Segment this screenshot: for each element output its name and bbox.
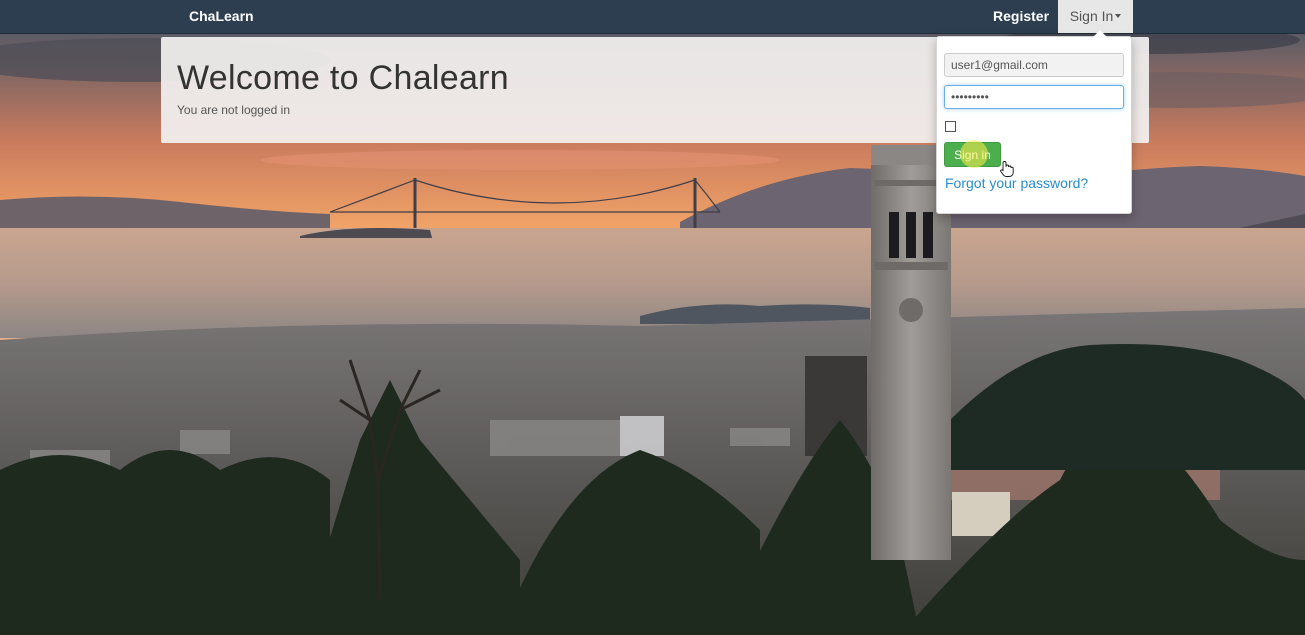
remember-me-checkbox[interactable]: [945, 121, 956, 132]
signin-submit-button[interactable]: Sign in: [944, 142, 1001, 167]
signin-toggle-label: Sign In: [1069, 8, 1114, 24]
signin-submit-label: Sign in: [954, 148, 991, 162]
forgot-password-link[interactable]: Forgot your password?: [945, 175, 1088, 191]
top-navbar: ChaLearn Register Sign In: [0, 0, 1305, 34]
signin-dropdown-menu: Sign in Forgot your password?: [936, 30, 1132, 214]
password-field[interactable]: [944, 85, 1124, 109]
caret-down-icon: [1115, 14, 1122, 19]
brand-logo-link[interactable]: ChaLearn: [189, 0, 254, 33]
page-title: Welcome to Chalearn: [177, 59, 510, 97]
app-window: ChaLearn Register Sign In Welcome to Cha…: [0, 0, 1305, 635]
email-field[interactable]: [944, 53, 1124, 77]
signin-dropdown-toggle[interactable]: Sign In: [1058, 0, 1133, 33]
register-link[interactable]: Register: [993, 0, 1049, 33]
login-status-text: You are not logged in: [177, 103, 290, 117]
